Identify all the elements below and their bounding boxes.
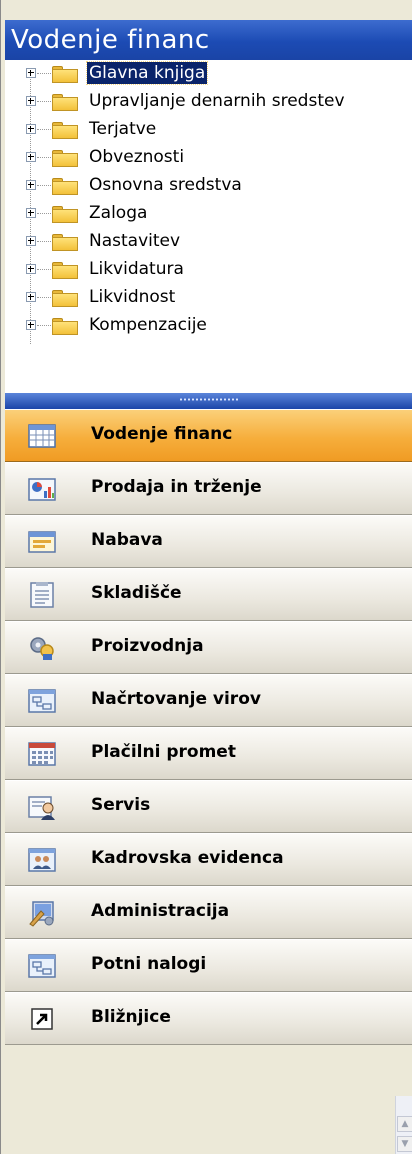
tree-item-label[interactable]: Kompenzacije [87,314,209,336]
nav-button-nacrtovanje-virov[interactable]: Načrtovanje virov [5,674,412,727]
tree-item[interactable]: Osnovna sredstva [5,172,412,200]
expand-icon[interactable] [26,236,36,246]
nav-button-label: Prodaja in trženje [91,477,262,497]
nav-button-label: Nabava [91,530,163,550]
nav-button-prodaja-in-trzenje[interactable]: Prodaja in trženje [5,462,412,515]
tree-item[interactable]: Glavna knjiga [5,60,412,88]
scroll-up-icon[interactable]: ▲ [397,1116,412,1132]
expand-icon[interactable] [26,124,36,134]
tree-item[interactable]: Likvidnost [5,284,412,312]
tree-item-label[interactable]: Terjatve [87,118,158,140]
tree-item[interactable]: Upravljanje denarnih sredstev [5,88,412,116]
nav-button-label: Skladišče [91,583,182,603]
tree-item-label[interactable]: Likvidatura [87,258,186,280]
tree-item-label[interactable]: Glavna knjiga [85,61,209,85]
pane-title: Vodenje financ [5,20,412,60]
expand-icon[interactable] [26,264,36,274]
tree-item[interactable]: Terjatve [5,116,412,144]
vertical-scrollbar[interactable]: ▲ ▼ [395,1096,412,1154]
nav-button-vodenje-financ[interactable]: Vodenje financ [5,409,412,462]
expand-icon[interactable] [26,208,36,218]
nav-button-proizvodnja[interactable]: Proizvodnja [5,621,412,674]
folder-icon [51,94,79,112]
nav-button-label: Proizvodnja [91,636,204,656]
expand-icon[interactable] [26,180,36,190]
sales-chart-icon [28,478,56,501]
nav-button-label: Potni nalogi [91,954,207,974]
folder-icon [51,318,79,336]
nav-button-label: Administracija [91,901,230,921]
nav-button-label: Načrtovanje virov [91,689,261,709]
nav-button-servis[interactable]: Servis [5,780,412,833]
purchase-form-icon [28,531,56,553]
nav-button-label: Plačilni promet [91,742,236,762]
nav-button-nabava[interactable]: Nabava [5,515,412,568]
tree-item-label[interactable]: Obveznosti [87,146,186,168]
nav-button-label: Bližnjice [91,1007,171,1027]
ledger-grid-icon [28,424,56,448]
folder-icon [51,150,79,168]
tree-item[interactable]: Obveznosti [5,144,412,172]
nav-button-potni-nalogi[interactable]: Potni nalogi [5,939,412,992]
tree-item-label[interactable]: Likvidnost [87,286,177,308]
module-tree: Glavna knjiga Upravljanje denarnih sreds… [5,60,412,393]
tree-item[interactable]: Zaloga [5,200,412,228]
warehouse-list-icon [30,582,54,608]
tree-item-label[interactable]: Osnovna sredstva [87,174,244,196]
travel-order-icon [28,954,56,978]
tree-item-label[interactable]: Upravljanje denarnih sredstev [87,90,347,112]
pane-splitter[interactable] [5,393,412,409]
nav-button-placilni-promet[interactable]: Plačilni promet [5,727,412,780]
expand-icon[interactable] [26,68,36,78]
payment-calculator-icon [28,742,56,766]
nav-button-label: Servis [91,795,151,815]
tree-item[interactable]: Kompenzacije [5,312,412,340]
production-gear-icon [30,637,54,660]
folder-icon [51,234,79,252]
nav-button-kadrovska-evidenca[interactable]: Kadrovska evidenca [5,833,412,886]
folder-icon [51,206,79,224]
tree-item-label[interactable]: Nastavitev [87,230,182,252]
overflow-area: ▲ ▼ [5,1096,412,1154]
folder-icon [51,290,79,308]
expand-icon[interactable] [26,320,36,330]
nav-button-label: Vodenje financ [91,424,233,444]
nav-button-skladisce[interactable]: Skladišče [5,568,412,621]
administration-tools-icon [29,901,54,927]
shortcut-arrow-icon [31,1008,53,1030]
folder-icon [51,178,79,196]
folder-icon [51,122,79,140]
splitter-grip-icon[interactable] [179,398,239,401]
service-person-icon [28,796,55,820]
nav-button-administracija[interactable]: Administracija [5,886,412,939]
navigation-pane: Vodenje financ Glavna knjiga Upravljanje… [0,0,412,1154]
expand-icon[interactable] [26,152,36,162]
tree-item[interactable]: Likvidatura [5,256,412,284]
tree-item-label[interactable]: Zaloga [87,202,149,224]
expand-icon[interactable] [26,96,36,106]
scroll-down-icon[interactable]: ▼ [397,1136,412,1152]
nav-button-bliznjice[interactable]: Bližnjice [5,992,412,1045]
tree-item[interactable]: Nastavitev [5,228,412,256]
expand-icon[interactable] [26,292,36,302]
folder-icon [51,66,79,84]
resource-plan-icon [28,689,56,713]
folder-icon [51,262,79,280]
hr-people-icon [28,848,56,872]
nav-button-label: Kadrovska evidenca [91,848,284,868]
